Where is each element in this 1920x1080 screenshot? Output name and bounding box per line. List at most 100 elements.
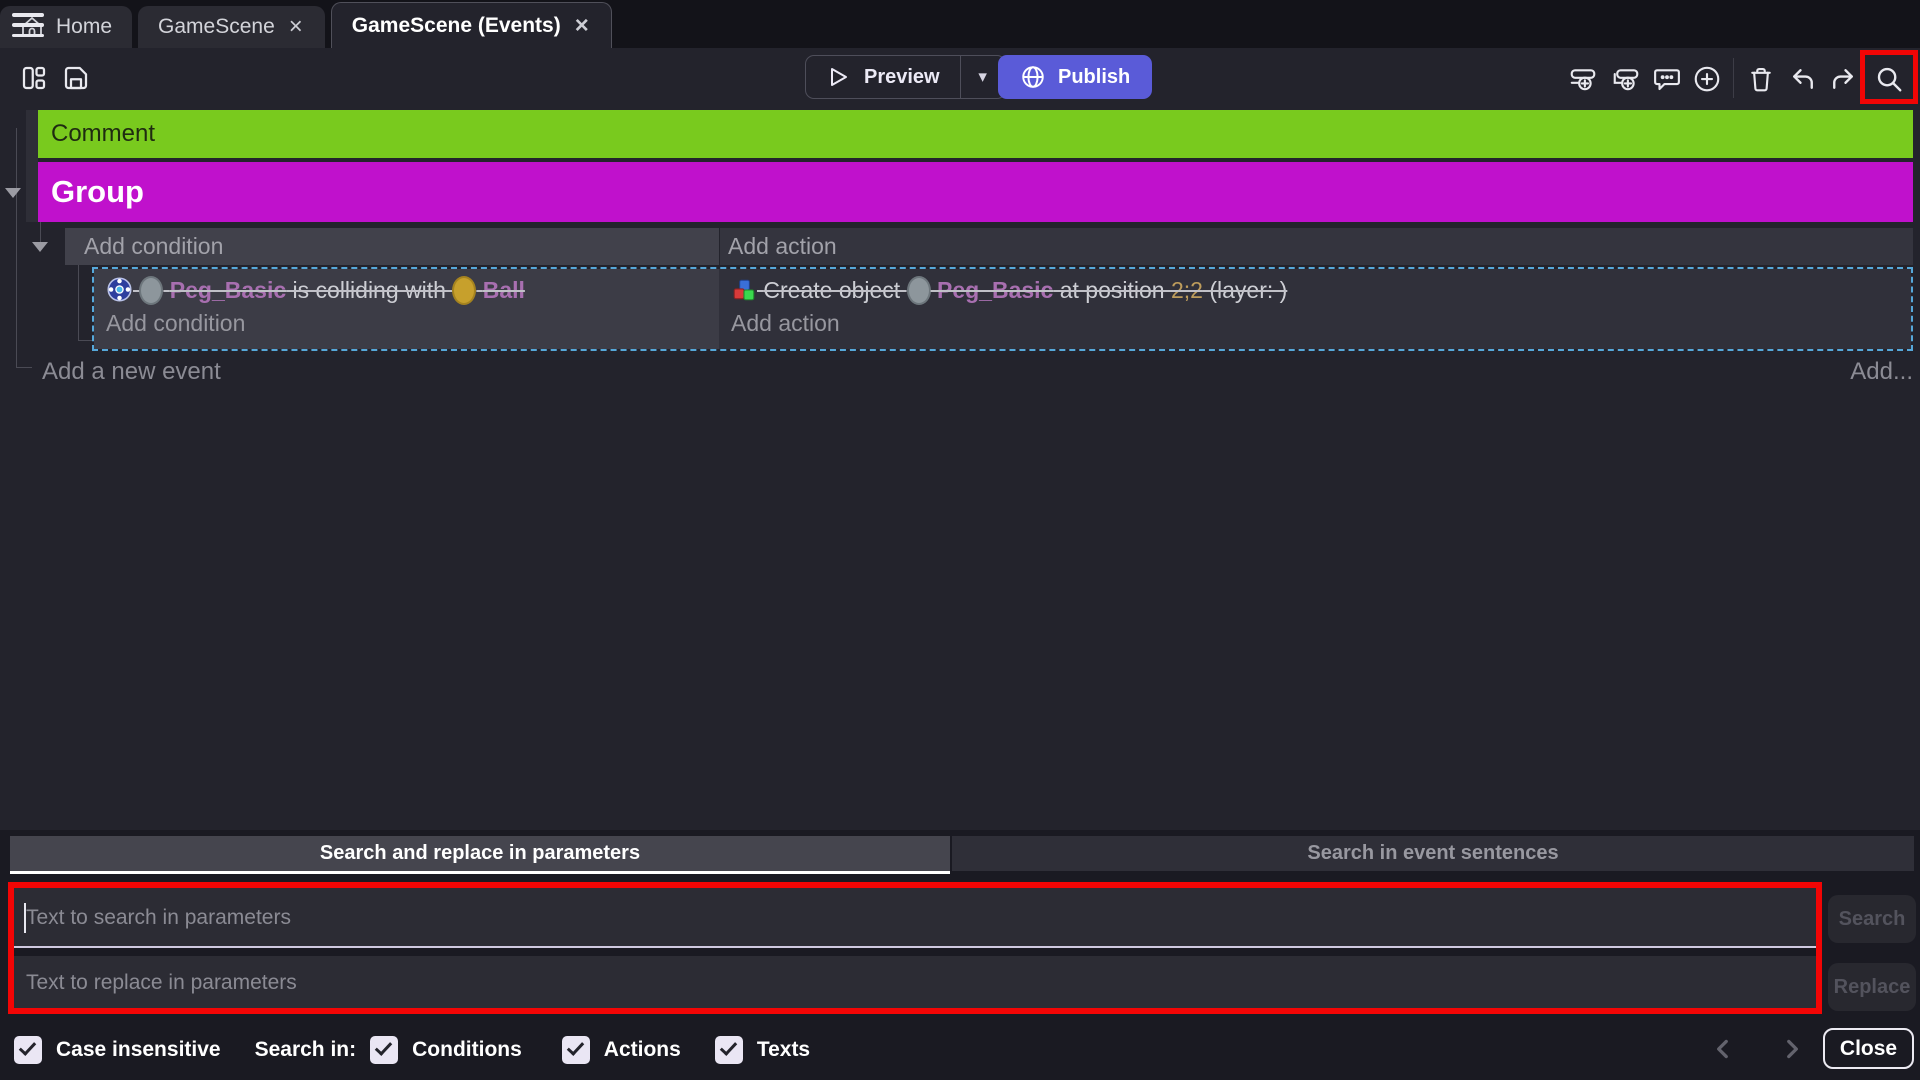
add-new-event-label: Add a new event bbox=[42, 358, 221, 385]
replace-button-label: Replace bbox=[1834, 976, 1911, 999]
close-tab-icon[interactable]: × bbox=[287, 15, 305, 39]
object-name: Ball bbox=[483, 277, 525, 303]
tree-line bbox=[16, 367, 32, 368]
globe-icon bbox=[1020, 64, 1046, 90]
choose-and-add-event-button[interactable] bbox=[1690, 62, 1724, 96]
group-collapse-arrow[interactable] bbox=[5, 188, 21, 198]
comment-event[interactable]: Comment bbox=[38, 110, 1913, 158]
events-sheet: Comment Group Add condition Add action bbox=[0, 108, 1920, 830]
search-events-button[interactable] bbox=[1872, 62, 1906, 96]
tab-label: GameScene bbox=[158, 15, 275, 39]
add-new-event-button[interactable]: Add a new event bbox=[42, 358, 221, 386]
event-collapse-arrow[interactable] bbox=[32, 242, 48, 252]
add-comment-button[interactable] bbox=[1650, 62, 1684, 96]
tab-gamescene-events[interactable]: GameScene (Events) × bbox=[331, 2, 612, 48]
delete-button[interactable] bbox=[1744, 62, 1778, 96]
action-text: (layer: ) bbox=[1203, 277, 1287, 303]
actions-label: Actions bbox=[604, 1038, 681, 1062]
search-input-placeholder: Text to search in parameters bbox=[26, 906, 291, 930]
add-event-dropdown-button[interactable]: Add... bbox=[1850, 358, 1913, 386]
tab-bar: Home GameScene × GameScene (Events) × bbox=[0, 0, 1920, 48]
create-object-action-icon bbox=[731, 277, 757, 303]
row-drag-handle[interactable] bbox=[26, 110, 38, 222]
comment-text: Comment bbox=[51, 120, 155, 148]
tree-line bbox=[40, 222, 41, 242]
trash-icon bbox=[1746, 64, 1776, 94]
add-label: Add... bbox=[1850, 358, 1913, 385]
add-condition-label: Add condition bbox=[106, 310, 245, 336]
replace-text-input[interactable]: Text to replace in parameters bbox=[14, 956, 1818, 1010]
comment-icon bbox=[1652, 64, 1682, 94]
toggle-panels-icon bbox=[19, 63, 49, 93]
actions-checkbox[interactable] bbox=[562, 1036, 590, 1064]
chevron-right-icon bbox=[1779, 1036, 1805, 1062]
input-underline bbox=[14, 1008, 1818, 1010]
search-button-label: Search bbox=[1839, 908, 1906, 931]
add-action-button[interactable]: Add action bbox=[720, 228, 1913, 265]
tab-label: GameScene (Events) bbox=[352, 14, 561, 38]
replace-button[interactable]: Replace bbox=[1828, 963, 1916, 1011]
redo-icon bbox=[1828, 64, 1858, 94]
action-parameter: 2;2 bbox=[1171, 277, 1203, 303]
search-button[interactable]: Search bbox=[1828, 895, 1916, 943]
group-event[interactable]: Group bbox=[38, 162, 1913, 222]
add-action-button[interactable]: Add action bbox=[719, 305, 1911, 337]
preview-label: Preview bbox=[864, 66, 940, 89]
case-insensitive-checkbox[interactable] bbox=[14, 1036, 42, 1064]
preview-split-button[interactable]: Preview ▾ bbox=[805, 55, 1006, 99]
selected-event-row[interactable]: Peg_Basic is colliding with Ball Add con… bbox=[92, 267, 1913, 351]
add-action-label: Add action bbox=[728, 233, 837, 260]
add-sub-event-icon bbox=[1611, 64, 1641, 94]
add-condition-button[interactable]: Add condition bbox=[94, 305, 719, 337]
close-tab-icon[interactable]: × bbox=[573, 14, 591, 38]
search-text-input[interactable]: Text to search in parameters bbox=[14, 888, 1818, 948]
add-sub-event-button[interactable] bbox=[1609, 62, 1643, 96]
collision-condition-icon bbox=[106, 276, 133, 303]
divider bbox=[1733, 58, 1734, 98]
toggle-panels-button[interactable] bbox=[18, 62, 50, 94]
main-menu-icon[interactable] bbox=[12, 13, 44, 37]
input-underline bbox=[14, 946, 1818, 948]
search-icon bbox=[1874, 64, 1904, 94]
publish-button[interactable]: Publish bbox=[998, 55, 1152, 99]
texts-label: Texts bbox=[757, 1038, 810, 1062]
action-text: Create object bbox=[763, 277, 906, 303]
tab-label: Search and replace in parameters bbox=[320, 842, 640, 865]
redo-button[interactable] bbox=[1826, 62, 1860, 96]
texts-checkbox[interactable] bbox=[715, 1036, 743, 1064]
gdevelop-events-editor: Home GameScene × GameScene (Events) × bbox=[0, 0, 1920, 1080]
actions-column[interactable]: Create object Peg_Basic at position 2;2 … bbox=[719, 269, 1911, 349]
action-sentence[interactable]: Create object Peg_Basic at position 2;2 … bbox=[719, 269, 1911, 305]
tab-label: Home bbox=[56, 15, 112, 39]
event-row[interactable]: Add condition Add action bbox=[65, 228, 1913, 265]
tab-gamescene[interactable]: GameScene × bbox=[138, 6, 325, 48]
add-event-button[interactable] bbox=[1566, 62, 1600, 96]
tree-line bbox=[78, 265, 79, 341]
next-result-button[interactable] bbox=[1779, 1036, 1805, 1062]
conditions-checkbox[interactable] bbox=[370, 1036, 398, 1064]
object-icon-ball bbox=[452, 276, 476, 305]
object-name: Peg_Basic bbox=[170, 277, 286, 303]
previous-result-button[interactable] bbox=[1710, 1036, 1736, 1062]
preview-button[interactable]: Preview bbox=[806, 56, 960, 98]
undo-button[interactable] bbox=[1786, 62, 1820, 96]
case-insensitive-label: Case insensitive bbox=[56, 1038, 221, 1062]
publish-label: Publish bbox=[1058, 66, 1130, 89]
conditions-column[interactable]: Peg_Basic is colliding with Ball Add con… bbox=[94, 269, 719, 349]
add-condition-label: Add condition bbox=[84, 233, 223, 260]
save-icon bbox=[61, 63, 91, 93]
close-button[interactable]: Close bbox=[1823, 1028, 1914, 1069]
search-in-label: Search in: bbox=[255, 1038, 357, 1062]
undo-icon bbox=[1788, 64, 1818, 94]
save-button[interactable] bbox=[60, 62, 92, 94]
add-event-icon bbox=[1568, 64, 1598, 94]
tab-search-replace-parameters[interactable]: Search and replace in parameters bbox=[10, 836, 950, 871]
search-options-row: Case insensitive Search in: Conditions A… bbox=[0, 1020, 1920, 1080]
circle-plus-icon bbox=[1692, 64, 1722, 94]
events-toolbar: Preview ▾ Publish bbox=[0, 48, 1920, 108]
tab-search-event-sentences[interactable]: Search in event sentences bbox=[952, 836, 1914, 871]
condition-sentence[interactable]: Peg_Basic is colliding with Ball bbox=[94, 269, 719, 305]
tab-label: Search in event sentences bbox=[1307, 842, 1558, 865]
add-condition-button[interactable]: Add condition bbox=[65, 228, 719, 265]
object-icon-peg-basic bbox=[907, 276, 931, 305]
